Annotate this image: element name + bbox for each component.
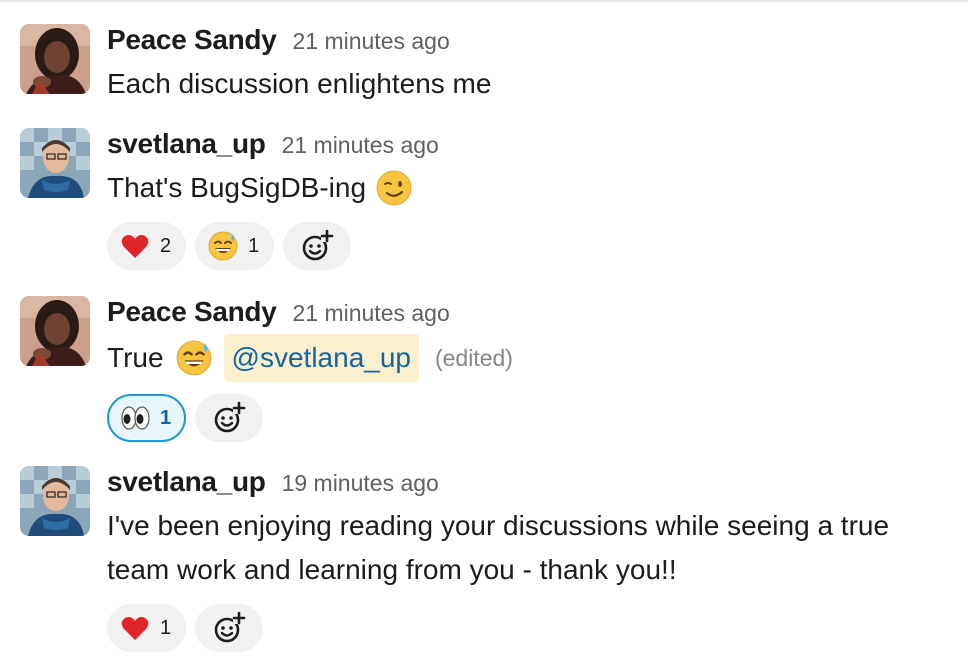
message-text: True @svetlana_up (edited)	[107, 334, 948, 382]
avatar-image	[20, 24, 90, 94]
author-name[interactable]: svetlana_up	[107, 466, 266, 498]
eyes-icon	[121, 406, 150, 430]
add-reaction-icon	[214, 611, 246, 643]
add-reaction-button[interactable]	[195, 394, 264, 442]
add-reaction-button[interactable]	[195, 604, 264, 652]
message-line: Each discussion enlightens me	[107, 68, 492, 99]
author-name[interactable]: Peace Sandy	[107, 296, 277, 328]
reaction-pill[interactable]: 1	[107, 604, 187, 652]
reaction-count: 2	[160, 234, 172, 257]
edited-label: (edited)	[434, 345, 513, 371]
winking-face-emoji	[376, 170, 412, 206]
message-line: I've been enjoying reading your discussi…	[107, 510, 890, 541]
message-timestamp[interactable]: 19 minutes ago	[282, 470, 439, 497]
grinning-sweat-emoji	[176, 340, 212, 376]
message-line: team work and learning from you - thank …	[107, 554, 677, 585]
message-line: True	[107, 342, 164, 373]
avatar-svetlana-up[interactable]	[20, 128, 90, 198]
reaction-count: 1	[248, 234, 260, 257]
message-line: That's BugSigDB-ing	[107, 172, 367, 203]
avatar-image	[20, 128, 90, 198]
add-reaction-icon	[214, 401, 246, 433]
message-text: Each discussion enlightens me	[107, 62, 948, 106]
avatar-svetlana-up[interactable]	[20, 466, 90, 536]
avatar-peace-sandy[interactable]	[20, 24, 90, 94]
red-heart-icon	[121, 617, 149, 640]
reactions-bar: 1	[107, 604, 948, 652]
author-name[interactable]: Peace Sandy	[107, 24, 277, 56]
message-timestamp[interactable]: 21 minutes ago	[292, 300, 449, 327]
message-timestamp[interactable]: 21 minutes ago	[292, 28, 449, 55]
add-reaction-button[interactable]	[283, 222, 352, 270]
author-name[interactable]: svetlana_up	[107, 128, 266, 160]
message-text: That's BugSigDB-ing	[107, 166, 948, 210]
message-feed: Peace Sandy 21 minutes ago Each discussi…	[0, 0, 968, 656]
reaction-pill[interactable]: 1	[195, 222, 275, 270]
reaction-count: 1	[160, 406, 172, 429]
red-heart-icon	[121, 235, 149, 258]
avatar-peace-sandy[interactable]	[20, 296, 90, 366]
avatar-image	[20, 466, 90, 536]
add-reaction-icon	[302, 229, 334, 261]
reaction-pill-selected[interactable]: 1	[107, 394, 187, 442]
user-mention[interactable]: @svetlana_up	[223, 334, 419, 382]
reactions-bar: 1	[107, 394, 948, 442]
reaction-count: 1	[160, 616, 172, 639]
reactions-bar: 2 1	[107, 222, 948, 270]
avatar-image	[20, 296, 90, 366]
grinning-sweat-icon	[208, 231, 238, 261]
reaction-pill[interactable]: 2	[107, 222, 187, 270]
message-timestamp[interactable]: 21 minutes ago	[282, 132, 439, 159]
message-text: I've been enjoying reading your discussi…	[107, 504, 948, 592]
